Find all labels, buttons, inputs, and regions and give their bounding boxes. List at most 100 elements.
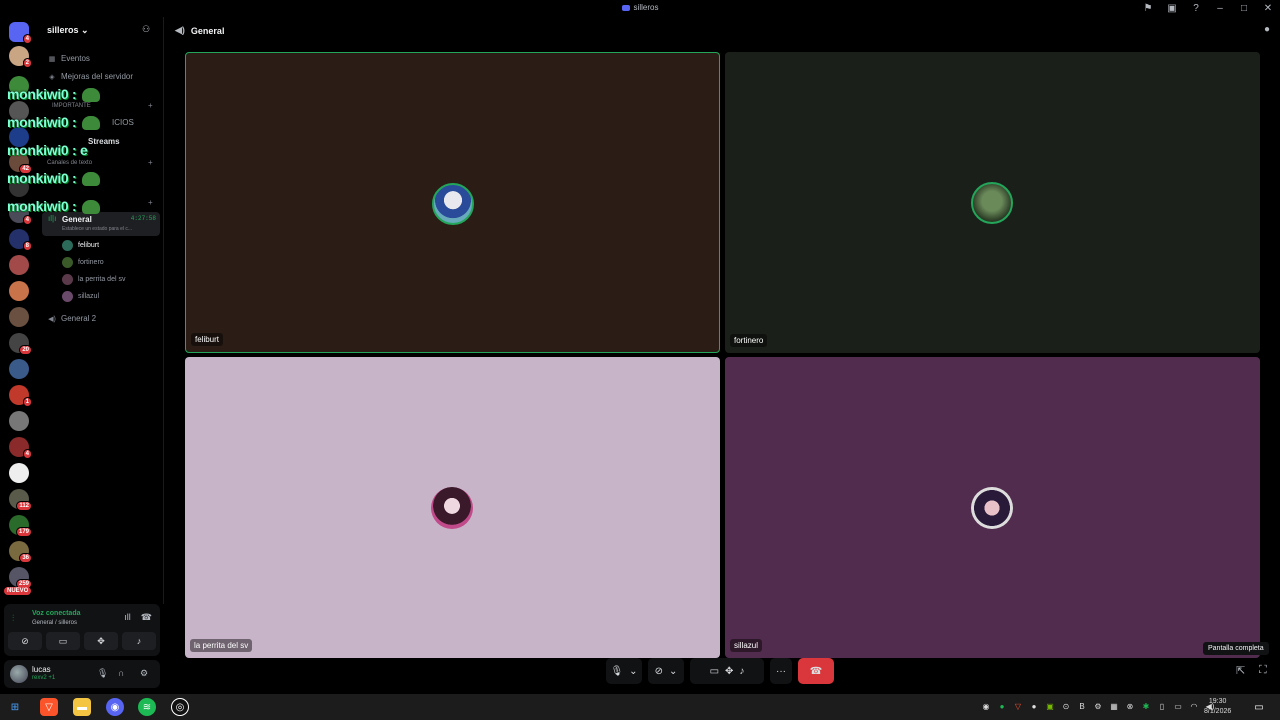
voice-channel-general-2[interactable]: ◀) General 2	[48, 314, 96, 323]
minimize-button[interactable]: –	[1208, 3, 1232, 14]
network-icon[interactable]: ▭	[1172, 701, 1184, 713]
steam-icon[interactable]: ⚙	[1092, 701, 1104, 713]
voice-member[interactable]: fortinero	[62, 257, 104, 268]
channel-streams[interactable]: Streams	[88, 137, 120, 146]
file-explorer-icon[interactable]: ▬	[73, 698, 91, 716]
avatar	[62, 240, 73, 251]
voice-connected-subtitle[interactable]: General / silleros	[32, 620, 77, 626]
microphone-icon[interactable]: 🎙	[97, 668, 108, 679]
category-text[interactable]: Canales de texto	[47, 160, 92, 166]
notifications-icon[interactable]: ▭	[1250, 698, 1268, 716]
wifi-icon[interactable]: ◠	[1188, 701, 1200, 713]
server-icon[interactable]	[9, 307, 29, 327]
windows-start-icon[interactable]: ⊞	[6, 698, 24, 716]
activities-button[interactable]: ✥	[84, 632, 118, 650]
username[interactable]: lucas	[32, 665, 51, 674]
spotify-icon[interactable]: ≋	[138, 698, 156, 716]
help-icon[interactable]: ?	[1184, 3, 1208, 14]
maximize-button[interactable]: □	[1232, 3, 1256, 14]
settings-gear-icon[interactable]: ⚙	[140, 668, 148, 679]
taskbar-clock[interactable]: 19:30 8/1/2026	[1204, 697, 1231, 717]
close-button[interactable]: ✕	[1256, 3, 1280, 14]
channel-announcements[interactable]: ICIOS	[112, 118, 134, 127]
server-icon[interactable]	[9, 281, 29, 301]
server-icon[interactable]: 179	[9, 515, 32, 537]
tray-icon[interactable]: ⊙	[1060, 701, 1072, 713]
server-icon[interactable]	[9, 255, 29, 275]
server-icon[interactable]: 36	[9, 541, 32, 563]
voice-status[interactable]: Establece un estado para el c...	[62, 226, 132, 232]
screen-icon[interactable]: ▣	[1160, 3, 1184, 14]
signal-icon[interactable]: ⫶	[12, 613, 14, 624]
server-icon[interactable]: 2	[9, 46, 32, 68]
tray-icon[interactable]: ⊗	[1124, 701, 1136, 713]
voice-member[interactable]: la perrita del sv	[62, 274, 125, 285]
server-icon[interactable]: 8	[9, 229, 32, 251]
server-name[interactable]: silleros ⌄	[47, 25, 89, 36]
invite-icon[interactable]: ⚇	[142, 24, 150, 35]
server-icon[interactable]	[9, 359, 29, 379]
video-tile[interactable]: la perrita del sv	[185, 357, 720, 658]
member-name: fortinero	[78, 259, 104, 266]
voice-member[interactable]: sillazul	[62, 291, 99, 302]
headphones-icon[interactable]: ∩	[118, 668, 124, 678]
add-channel-icon[interactable]: +	[148, 158, 153, 167]
server-icon[interactable]: 112	[9, 489, 32, 511]
discord-icon[interactable]: ◉	[106, 698, 124, 716]
camera-off-button[interactable]: ⊘	[8, 632, 42, 650]
server-icon[interactable]	[9, 411, 29, 431]
more-options-button[interactable]: ···	[770, 658, 792, 684]
soundboard-icon[interactable]: ♪	[739, 666, 744, 677]
activities-icon[interactable]: ✥	[725, 666, 733, 677]
voice-member[interactable]: feliburt	[62, 240, 99, 251]
disconnect-button[interactable]: ☎	[798, 658, 834, 684]
tray-icon[interactable]: ●	[996, 701, 1008, 713]
title-bar: silleros ⚑ ▣ ? – □ ✕	[0, 0, 1280, 17]
badge: 4	[22, 215, 32, 225]
participant-name: fortinero	[730, 334, 768, 347]
screen-share-icon[interactable]: ▭	[710, 666, 719, 677]
home-button[interactable]: 4	[9, 22, 32, 44]
chat-bubble-icon[interactable]: ●	[1264, 24, 1270, 35]
disconnect-icon[interactable]: ☎	[141, 612, 152, 623]
fullscreen-tooltip: Pantalla completa	[1203, 642, 1269, 655]
noise-suppression-icon[interactable]: ıll	[124, 612, 131, 623]
obs-icon[interactable]: ◎	[171, 698, 189, 716]
add-channel-icon[interactable]: +	[148, 101, 153, 110]
popout-icon[interactable]: ⇱	[1236, 664, 1245, 677]
video-tile[interactable]: feliburt	[185, 52, 720, 353]
server-icon[interactable]	[9, 463, 29, 483]
inbox-icon[interactable]: ⚑	[1136, 3, 1160, 14]
server-icon[interactable]: 1	[9, 385, 32, 407]
tray-icon[interactable]: ▯	[1156, 701, 1168, 713]
boosts-item[interactable]: ◈ Mejoras del servidor	[48, 72, 133, 81]
mic-button[interactable]: 🎙 ⌄	[606, 658, 642, 684]
voice-channel-general[interactable]: ıl|ı General 4:27:58 Establece un estado…	[42, 212, 160, 236]
events-item[interactable]: ▦ Eventos	[48, 54, 90, 63]
chevron-down-icon[interactable]: ⌄	[629, 666, 637, 677]
tray-icon[interactable]: B	[1076, 701, 1088, 713]
overlay-user: monkiwi0	[7, 170, 69, 186]
video-tile[interactable]: sillazul	[725, 357, 1260, 658]
server-icon[interactable]: 20	[9, 333, 32, 355]
add-channel-icon[interactable]: +	[148, 198, 153, 207]
avatar[interactable]	[10, 665, 28, 683]
category-important[interactable]: IMPORTANTE	[52, 103, 91, 109]
tray-icon[interactable]: ▣	[1044, 701, 1056, 713]
video-tile[interactable]: fortinero	[725, 52, 1260, 353]
server-icon[interactable]: 4	[9, 437, 32, 459]
discord-logo-icon	[621, 4, 630, 11]
tray-icon[interactable]: ▽	[1012, 701, 1024, 713]
badge: 4	[22, 34, 32, 44]
camera-button[interactable]: ⊘ ⌄	[648, 658, 684, 684]
server-icon[interactable]: 259	[9, 567, 32, 589]
tray-icon[interactable]: ◉	[980, 701, 992, 713]
fullscreen-icon[interactable]: ⛶	[1259, 664, 1267, 677]
tray-icon[interactable]: ✱	[1140, 701, 1152, 713]
tray-icon[interactable]: ▦	[1108, 701, 1120, 713]
screen-share-button[interactable]: ▭	[46, 632, 80, 650]
tray-icon[interactable]: ●	[1028, 701, 1040, 713]
brave-browser-icon[interactable]: ▽	[40, 698, 58, 716]
soundboard-button[interactable]: ♪	[122, 632, 156, 650]
chevron-down-icon[interactable]: ⌄	[669, 666, 677, 677]
